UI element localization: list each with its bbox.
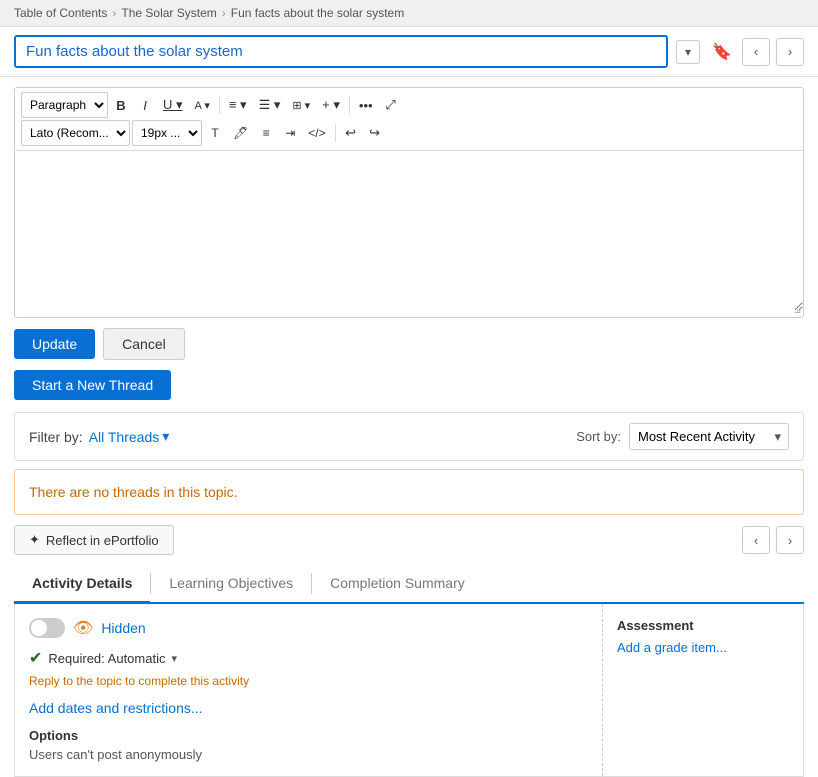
eport-next-button[interactable]: › bbox=[776, 526, 804, 554]
action-buttons: Update Cancel bbox=[14, 328, 804, 360]
activity-hint: Reply to the topic to complete this acti… bbox=[29, 674, 588, 688]
filter-left: Filter by: All Threads ▾ bbox=[29, 428, 169, 445]
editor-toolbar: Paragraph B I U ▾ A ▾ ≡ ▾ ☰ ▾ ⊞ ▾ + ▾ ••… bbox=[15, 88, 803, 151]
tab-activity-details[interactable]: Activity Details bbox=[14, 565, 150, 604]
filter-sort-bar: Filter by: All Threads ▾ Sort by: Most R… bbox=[14, 412, 804, 461]
eye-icon: 👁 bbox=[73, 618, 93, 638]
sort-label: Sort by: bbox=[576, 429, 621, 444]
font-size-select[interactable]: 19px ... bbox=[132, 120, 202, 146]
next-page-button[interactable]: › bbox=[776, 38, 804, 66]
cancel-button[interactable]: Cancel bbox=[103, 328, 185, 360]
undo-button[interactable]: ↩ bbox=[340, 120, 362, 146]
indent-button[interactable]: ⇥ bbox=[279, 120, 301, 146]
sort-right: Sort by: Most Recent Activity Oldest Act… bbox=[576, 423, 789, 450]
bookmark-icon[interactable]: 🔖 bbox=[712, 42, 732, 62]
redo-button[interactable]: ↪ bbox=[364, 120, 386, 146]
options-heading: Options bbox=[29, 728, 588, 743]
eportfolio-button[interactable]: ✦ Reflect in ePortfolio bbox=[14, 525, 174, 555]
activity-details-content: 👁 Hidden ✔ Required: Automatic ▾ Reply t… bbox=[14, 604, 804, 777]
update-button[interactable]: Update bbox=[14, 329, 95, 359]
code-button[interactable]: </> bbox=[303, 120, 330, 146]
required-chevron-icon[interactable]: ▾ bbox=[171, 652, 177, 665]
editor-resize-handle[interactable]: ⌟ bbox=[15, 311, 803, 317]
tab-learning-objectives[interactable]: Learning Objectives bbox=[151, 565, 311, 604]
insert-button[interactable]: + ▾ bbox=[317, 92, 345, 118]
filter-dropdown[interactable]: All Threads ▾ bbox=[89, 428, 170, 445]
required-label: Required: Automatic bbox=[48, 651, 165, 666]
underline-button[interactable]: U ▾ bbox=[158, 92, 188, 118]
options-text: Users can't post anonymously bbox=[29, 747, 588, 762]
fullscreen-button[interactable]: ⤢ bbox=[380, 92, 402, 118]
toolbar-row-1: Paragraph B I U ▾ A ▾ ≡ ▾ ☰ ▾ ⊞ ▾ + ▾ ••… bbox=[21, 92, 797, 118]
header-row: ▾ 🔖 ‹ › bbox=[0, 27, 818, 77]
no-threads-message: There are no threads in this topic. bbox=[14, 469, 804, 515]
assessment-heading: Assessment bbox=[617, 618, 789, 633]
activity-left-panel: 👁 Hidden ✔ Required: Automatic ▾ Reply t… bbox=[15, 604, 603, 776]
eportfolio-row: ✦ Reflect in ePortfolio ‹ › bbox=[14, 525, 804, 555]
breadcrumb: Table of Contents › The Solar System › F… bbox=[0, 0, 818, 27]
italic-button[interactable]: I bbox=[134, 92, 156, 118]
toolbar-row-2: Lato (Recom... 19px ... T 🖊 ≡ ⇥ </> ↩ ↪ bbox=[21, 120, 797, 146]
hidden-toggle-row: 👁 Hidden bbox=[29, 618, 588, 638]
filter-value: All Threads bbox=[89, 429, 160, 445]
required-row: ✔ Required: Automatic ▾ bbox=[29, 648, 588, 668]
breadcrumb-sep-2: › bbox=[222, 6, 226, 20]
bold-button[interactable]: B bbox=[110, 92, 132, 118]
hidden-toggle[interactable] bbox=[29, 618, 65, 638]
eportfolio-icon: ✦ bbox=[29, 532, 40, 548]
paragraph-style-select[interactable]: Paragraph bbox=[21, 92, 108, 118]
eportfolio-label: Reflect in ePortfolio bbox=[46, 533, 159, 548]
activity-right-panel: Assessment Add a grade item... bbox=[603, 604, 803, 776]
tabs-row: Activity Details Learning Objectives Com… bbox=[14, 565, 804, 604]
eport-prev-button[interactable]: ‹ bbox=[742, 526, 770, 554]
toolbar-divider-2 bbox=[349, 96, 350, 114]
toolbar-divider-3 bbox=[335, 124, 336, 142]
breadcrumb-item-3: Fun facts about the solar system bbox=[231, 6, 404, 20]
table-button[interactable]: ⊞ ▾ bbox=[287, 92, 315, 118]
title-dropdown-button[interactable]: ▾ bbox=[676, 40, 700, 64]
hidden-label: Hidden bbox=[101, 620, 145, 636]
sort-select-wrapper: Most Recent Activity Oldest Activity Mos… bbox=[629, 423, 789, 450]
add-dates-link[interactable]: Add dates and restrictions... bbox=[29, 700, 588, 716]
strikethrough-button[interactable]: A ▾ bbox=[190, 92, 215, 118]
list-button[interactable]: ☰ ▾ bbox=[254, 92, 286, 118]
align-button[interactable]: ≡ ▾ bbox=[224, 92, 252, 118]
more-button[interactable]: ••• bbox=[354, 92, 378, 118]
editor-wrapper: Paragraph B I U ▾ A ▾ ≡ ▾ ☰ ▾ ⊞ ▾ + ▾ ••… bbox=[14, 87, 804, 318]
tab-completion-summary[interactable]: Completion Summary bbox=[312, 565, 483, 604]
filter-chevron-icon: ▾ bbox=[162, 428, 169, 445]
toolbar-divider-1 bbox=[219, 96, 220, 114]
editor-content[interactable] bbox=[15, 151, 803, 311]
breadcrumb-item-2[interactable]: The Solar System bbox=[121, 6, 216, 20]
add-grade-item-link[interactable]: Add a grade item... bbox=[617, 640, 727, 655]
sort-select[interactable]: Most Recent Activity Oldest Activity Mos… bbox=[629, 423, 789, 450]
filter-label: Filter by: bbox=[29, 429, 83, 445]
text-format-button[interactable]: T bbox=[204, 120, 226, 146]
font-select[interactable]: Lato (Recom... bbox=[21, 120, 130, 146]
new-thread-button[interactable]: Start a New Thread bbox=[14, 370, 171, 400]
page-title-input[interactable] bbox=[14, 35, 668, 68]
breadcrumb-sep-1: › bbox=[112, 6, 116, 20]
toggle-knob bbox=[31, 620, 47, 636]
breadcrumb-item-1[interactable]: Table of Contents bbox=[14, 6, 107, 20]
prev-page-button[interactable]: ‹ bbox=[742, 38, 770, 66]
check-icon: ✔ bbox=[29, 648, 42, 668]
header-icons: 🔖 ‹ › bbox=[708, 38, 804, 66]
lines-button[interactable]: ≡ bbox=[255, 120, 277, 146]
eportfolio-nav: ‹ › bbox=[742, 526, 804, 554]
highlight-button[interactable]: 🖊 bbox=[228, 120, 253, 146]
